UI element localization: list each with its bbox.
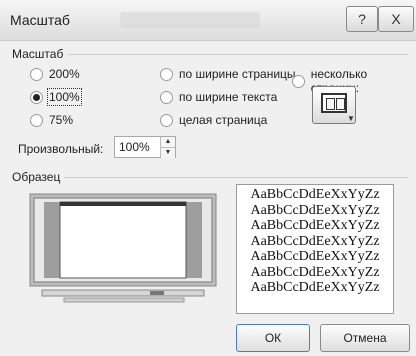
zoom-group-divider (8, 54, 408, 55)
right-margin (186, 202, 202, 278)
spin-up-icon[interactable]: ▲ (161, 137, 175, 148)
spinner-buttons: ▲ ▼ (160, 137, 175, 158)
whole-page-label: целая страница (179, 113, 268, 127)
page-width-label: по ширине страницы (179, 67, 296, 81)
dropdown-arrow-icon: ▼ (347, 114, 355, 123)
sample-line: AaBbCcDdEeXxYyZz (250, 202, 380, 218)
zoom-200-label: 200% (49, 67, 80, 81)
multiple-pages-icon (321, 93, 347, 113)
page-width-option[interactable]: по ширине страницы (160, 67, 296, 81)
sample-line: AaBbCcDdEeXxYyZz (250, 280, 380, 295)
sample-line: AaBbCcDdEeXxYyZz (250, 187, 380, 202)
whole-page-option[interactable]: целая страница (160, 113, 267, 127)
text-width-label: по ширине текста (179, 90, 278, 104)
text-width-option[interactable]: по ширине текста (160, 90, 277, 104)
cancel-button[interactable]: Отмена (320, 324, 410, 352)
zoom-dialog: Масштаб ? X Масштаб 200% 100% 75% по шир… (0, 0, 416, 356)
zoom-100-option[interactable]: 100% (30, 88, 82, 106)
page-header-bar (60, 202, 186, 206)
monitor-stand (41, 289, 205, 297)
radio-whole-page[interactable] (160, 113, 173, 127)
sample-line: AaBbCcDdEeXxYyZz (250, 264, 380, 280)
custom-zoom-value[interactable]: 100% (119, 140, 150, 154)
monitor-base (63, 297, 185, 303)
radio-75[interactable] (30, 113, 43, 127)
custom-zoom-label: Произвольный: (18, 142, 104, 156)
radio-200[interactable] (30, 67, 43, 81)
zoom-100-label: 100% (47, 88, 82, 106)
zoom-75-option[interactable]: 75% (30, 113, 73, 127)
preview-group-label: Образец (8, 170, 65, 184)
zoom-group-label: Масштаб (8, 47, 68, 61)
sample-line: AaBbCcDdEeXxYyZz (250, 233, 380, 249)
pages-button[interactable]: ▼ (312, 86, 356, 124)
radio-many-pages[interactable] (292, 74, 305, 88)
spin-down-icon[interactable]: ▼ (161, 148, 175, 158)
radio-text-width[interactable] (160, 90, 173, 104)
preview-group-divider (8, 177, 408, 178)
page-preview (59, 201, 187, 279)
sample-line: AaBbCcDdEeXxYyZz (250, 249, 380, 264)
ok-button[interactable]: ОК (236, 324, 310, 352)
title-bar: Масштаб ? X (0, 0, 416, 41)
help-button[interactable]: ? (346, 6, 378, 32)
left-margin (44, 202, 60, 278)
sample-text-box: AaBbCcDdEeXxYyZz AaBbCcDdEeXxYyZz AaBbCc… (236, 184, 394, 314)
radio-100[interactable] (30, 90, 43, 104)
custom-zoom-spinner[interactable]: 100% ▲ ▼ (114, 136, 176, 158)
radio-page-width[interactable] (160, 67, 173, 81)
sample-line: AaBbCcDdEeXxYyZz (250, 218, 380, 233)
stand-button (150, 291, 164, 295)
preview-monitor (29, 193, 217, 303)
title-bar-blur (120, 12, 260, 28)
window-title: Масштаб (10, 12, 70, 28)
zoom-200-option[interactable]: 200% (30, 67, 80, 81)
zoom-75-label: 75% (49, 113, 74, 127)
close-button[interactable]: X (378, 6, 414, 32)
